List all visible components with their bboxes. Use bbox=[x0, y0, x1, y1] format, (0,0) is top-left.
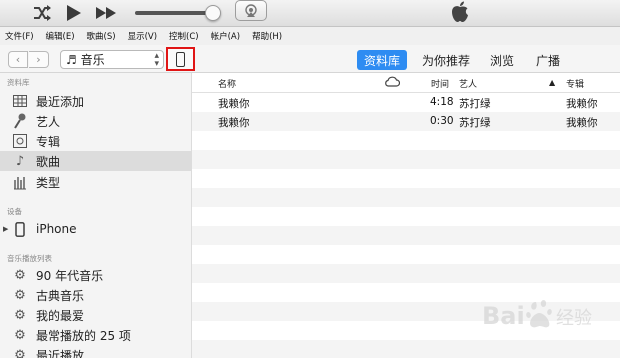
apple-logo-icon bbox=[449, 0, 473, 26]
baidu-watermark-logo: Bai 经验 bbox=[482, 300, 592, 330]
sidebar-item-label: 艺人 bbox=[36, 114, 61, 129]
gear-icon: ⚙ bbox=[14, 287, 26, 303]
device-button[interactable] bbox=[166, 47, 195, 71]
fast-forward-icon[interactable] bbox=[94, 2, 118, 24]
cell-album: 我赖你 bbox=[566, 98, 598, 110]
icloud-icon[interactable] bbox=[384, 76, 401, 90]
disclosure-triangle-icon[interactable]: ▶ bbox=[3, 225, 8, 233]
menu-controls[interactable]: 控制(C) bbox=[169, 30, 199, 42]
empty-row bbox=[192, 131, 620, 150]
gear-icon: ⚙ bbox=[14, 307, 26, 323]
svg-text:Bai: Bai bbox=[482, 302, 525, 330]
sidebar-item-label: 古典音乐 bbox=[36, 288, 85, 303]
sidebar-item-label: 类型 bbox=[36, 175, 61, 190]
sidebar-item-playlist[interactable]: ⚙ 90 年代音乐 bbox=[0, 265, 191, 285]
tab-radio[interactable]: 广播 bbox=[529, 50, 567, 70]
empty-row bbox=[192, 169, 620, 188]
microphone-icon bbox=[12, 113, 28, 129]
empty-row bbox=[192, 188, 620, 207]
sidebar-item-albums[interactable]: 专辑 bbox=[0, 131, 191, 151]
sidebar-item-label: 我的最爱 bbox=[36, 308, 85, 323]
guitar-icon bbox=[12, 174, 28, 190]
column-header-name[interactable]: 名称 bbox=[218, 77, 236, 90]
menu-bar: 文件(F) 编辑(E) 歌曲(S) 显示(V) 控制(C) 帐户(A) 帮助(H… bbox=[0, 27, 620, 45]
column-header-artist[interactable]: 艺人 bbox=[459, 77, 477, 90]
svg-text:经验: 经验 bbox=[556, 308, 592, 329]
cell-name: 我赖你 bbox=[218, 98, 250, 110]
sidebar-item-genres[interactable]: 类型 bbox=[0, 172, 191, 192]
sidebar-item-label: 最近添加 bbox=[36, 94, 85, 109]
tab-browse[interactable]: 浏览 bbox=[483, 50, 521, 70]
devices-section-header: 设备 bbox=[7, 207, 22, 216]
media-type-label: ♬ 音乐 bbox=[66, 53, 105, 67]
cell-time: 0:30 bbox=[430, 115, 454, 127]
empty-row bbox=[192, 340, 620, 358]
tab-library[interactable]: 资料库 bbox=[357, 50, 408, 70]
sidebar-item-artists[interactable]: 艺人 bbox=[0, 111, 191, 131]
volume-knob[interactable] bbox=[205, 5, 221, 21]
table-row[interactable]: 我赖你 4:18 苏打绿 我赖你 bbox=[192, 93, 620, 112]
menu-edit[interactable]: 编辑(E) bbox=[46, 30, 75, 42]
menu-file[interactable]: 文件(F) bbox=[5, 30, 34, 42]
tab-for-you[interactable]: 为你推荐 bbox=[415, 50, 477, 70]
sidebar-item-playlist[interactable]: ⚙ 古典音乐 bbox=[0, 285, 191, 305]
empty-row bbox=[192, 264, 620, 283]
library-section-header: 资料库 bbox=[7, 78, 30, 87]
column-header-time[interactable]: 时间 bbox=[431, 77, 449, 90]
media-type-select[interactable]: ♬ 音乐 ▴ ▾ bbox=[60, 50, 164, 69]
play-icon[interactable] bbox=[62, 2, 84, 24]
cell-album: 我赖你 bbox=[566, 117, 598, 129]
gear-icon: ⚙ bbox=[14, 347, 26, 358]
forward-button[interactable]: › bbox=[29, 51, 49, 68]
table-header: 名称 时间 艺人 ▲ 专辑 bbox=[192, 73, 620, 93]
iphone-icon bbox=[12, 221, 28, 237]
sidebar-item-playlist[interactable]: ⚙ 最近播放 bbox=[0, 345, 191, 358]
back-button[interactable]: ‹ bbox=[8, 51, 28, 68]
column-header-album[interactable]: 专辑 bbox=[566, 77, 584, 90]
menu-song[interactable]: 歌曲(S) bbox=[87, 30, 116, 42]
sidebar-item-iphone[interactable]: ▶ iPhone bbox=[0, 219, 191, 239]
menu-account[interactable]: 帐户(A) bbox=[211, 30, 240, 42]
cell-artist: 苏打绿 bbox=[459, 117, 491, 129]
menu-view[interactable]: 显示(V) bbox=[128, 30, 157, 42]
shuffle-icon[interactable] bbox=[30, 2, 54, 24]
playlists-section-header: 音乐播放列表 bbox=[7, 254, 52, 263]
sidebar-item-playlist[interactable]: ⚙ 我的最爱 bbox=[0, 305, 191, 325]
gear-icon: ⚙ bbox=[14, 267, 26, 283]
cell-name: 我赖你 bbox=[218, 117, 250, 129]
empty-row bbox=[192, 245, 620, 264]
sidebar-item-label: 最常播放的 25 项 bbox=[36, 328, 131, 343]
cell-artist: 苏打绿 bbox=[459, 98, 491, 110]
cell-time: 4:18 bbox=[430, 96, 454, 108]
gear-icon: ⚙ bbox=[14, 327, 26, 343]
sidebar-item-playlist[interactable]: ⚙ 最常播放的 25 项 bbox=[0, 325, 191, 345]
player-bar bbox=[0, 0, 620, 27]
airplay-button[interactable] bbox=[235, 0, 267, 21]
sidebar-item-label: iPhone bbox=[36, 222, 77, 236]
iphone-icon bbox=[176, 51, 185, 67]
toolbar: ‹ › ♬ 音乐 ▴ ▾ 资料库 为你推荐 浏览 广播 bbox=[0, 45, 620, 73]
chevron-updown-icon: ▴ ▾ bbox=[154, 51, 159, 69]
album-icon bbox=[12, 133, 28, 149]
sidebar-item-songs[interactable]: ♪ 歌曲 bbox=[0, 151, 191, 171]
sort-ascending-icon[interactable]: ▲ bbox=[549, 78, 555, 87]
sidebar-item-label: 最近播放 bbox=[36, 348, 85, 358]
sidebar-item-label: 90 年代音乐 bbox=[36, 268, 104, 283]
empty-row bbox=[192, 226, 620, 245]
table-row[interactable]: 我赖你 0:30 苏打绿 我赖你 bbox=[192, 112, 620, 131]
grid-icon bbox=[12, 93, 28, 109]
airplay-icon bbox=[245, 3, 257, 17]
volume-slider[interactable] bbox=[135, 11, 213, 15]
empty-row bbox=[192, 207, 620, 226]
sidebar: 资料库 最近添加 艺人 专辑 ♪ 歌曲 类型 设备 ▶ iPhone 音乐播放列 bbox=[0, 73, 192, 358]
note-icon: ♪ bbox=[15, 153, 25, 169]
sidebar-item-label: 歌曲 bbox=[36, 154, 61, 169]
sidebar-item-label: 专辑 bbox=[36, 134, 61, 149]
menu-help[interactable]: 帮助(H) bbox=[252, 30, 282, 42]
empty-row bbox=[192, 150, 620, 169]
sidebar-item-recently-added[interactable]: 最近添加 bbox=[0, 91, 191, 111]
